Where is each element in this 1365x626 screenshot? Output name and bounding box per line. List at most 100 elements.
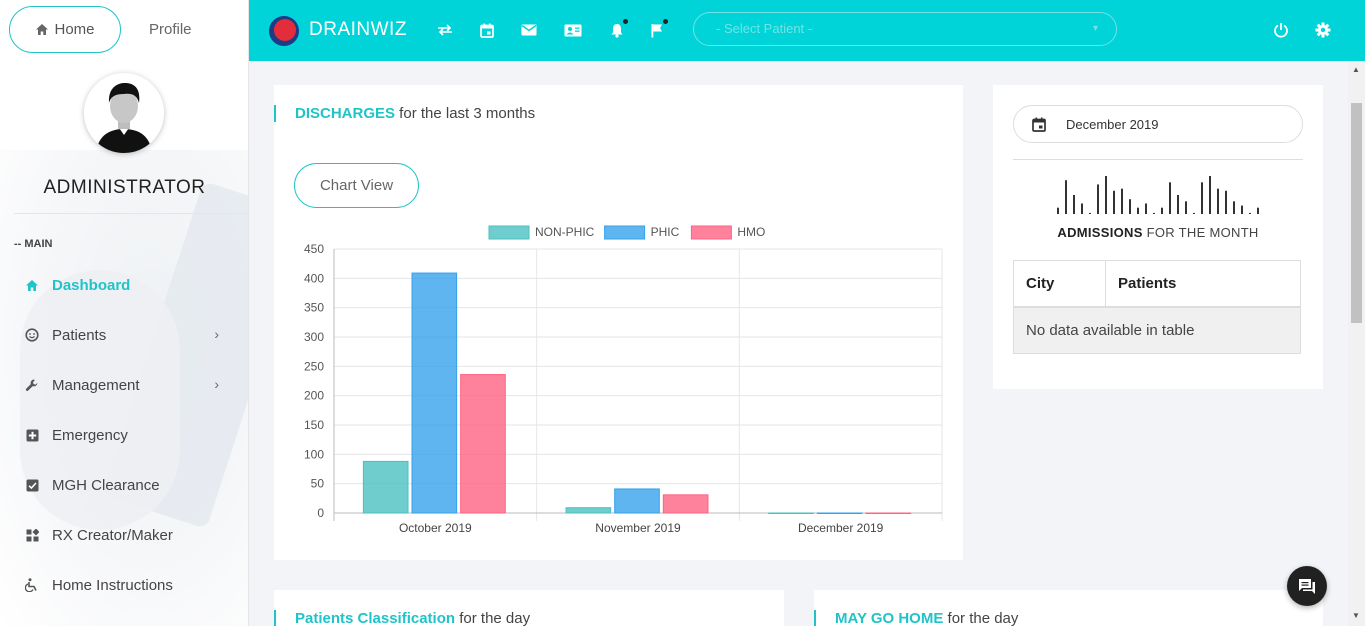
sparkline-bar [1257,207,1259,214]
x-tick-label: November 2019 [595,521,681,535]
bar-phic [816,512,863,514]
bar-hmo [662,494,709,514]
sparkline-bar [1217,188,1219,214]
wrench-icon [24,377,40,393]
sparkline-bar [1209,176,1211,214]
notification-dot [623,19,628,24]
discharges-bar-chart: 450 400 350 300 250 200 150 100 50 0 October 2019 N… [304,225,943,535]
sparkline-bar [1177,195,1179,214]
user-role: ADMINISTRATOR [43,177,206,198]
y-tick-label: 300 [304,330,324,344]
empty-table-message: No data available in table [1013,306,1301,354]
mail-icon[interactable] [519,20,539,40]
sparkline-bar [1193,212,1195,214]
sidebar-divider [14,213,248,214]
scrollbar-thumb[interactable] [1351,103,1362,323]
chevron-down-icon: ▾ [1092,23,1098,34]
sidebar-nav: Dashboard Patients › Management › Emerge… [0,260,248,610]
tab-home[interactable]: Home [9,6,121,53]
may-go-home-title-rest: for the day [943,610,1019,626]
month-date-value: December 2019 [1066,116,1159,132]
x-tick-label: December 2019 [798,521,884,535]
scroll-down-arrow-icon[interactable]: ▼ [1352,611,1360,620]
gear-icon[interactable] [1313,20,1333,40]
sparkline-bar [1153,212,1155,214]
brand-logo [269,16,299,46]
may-go-home-card: MAY GO HOME for the day [814,590,1323,626]
power-icon[interactable] [1271,20,1291,40]
legend-label: PHIC [651,225,680,239]
sparkline-bar [1121,188,1123,214]
wheelchair-icon [24,577,40,593]
patients-classification-title: Patients Classification for the day [274,610,530,626]
flag-icon[interactable] [647,19,668,40]
sidebar-item-label: Emergency [52,426,128,444]
widgets-icon [24,527,40,543]
contact-card-icon[interactable] [563,20,583,40]
sparkline-bar [1241,205,1243,214]
sparkline-bar [1065,180,1067,214]
sparkline-bar [1129,199,1131,214]
sidebar-item-label: Patients [52,326,107,344]
bar-non-phic [362,460,409,514]
sparkline-bar [1161,207,1163,214]
calendar-icon[interactable] [477,20,497,40]
chevron-right-icon: › [214,326,219,342]
sparkline-bar [1225,190,1227,214]
swap-icon[interactable] [435,20,455,40]
patients-classification-title-bold: Patients Classification [295,610,456,626]
plus-box-icon [24,427,40,443]
notification-dot [663,19,668,24]
legend-swatch [604,225,646,240]
sidebar-item-label: MGH Clearance [52,476,160,494]
admissions-title: ADMISSIONS FOR THE MONTH [993,225,1323,240]
y-tick-label: 50 [311,477,325,491]
legend-swatch [690,225,732,240]
sidebar-tabs: Home Profile [9,6,192,53]
brand-name: DRAINWIZ [309,19,407,40]
scroll-up-arrow-icon[interactable]: ▲ [1352,65,1360,74]
may-go-home-title: MAY GO HOME for the day [814,610,1018,626]
discharges-card: DISCHARGES for the last 3 months Chart V… [274,85,963,560]
top-navbar: DRAINWIZ - Select Patient - ▾ [249,0,1365,61]
month-date-picker[interactable]: December 2019 [1013,105,1303,143]
sidebar-item-patients[interactable]: Patients › [0,310,248,360]
admissions-title-rest: FOR THE MONTH [1142,225,1259,240]
legend-label: HMO [737,225,765,239]
chevron-right-icon: › [214,376,219,392]
page-scrollbar[interactable]: ▲ ▼ [1348,61,1365,626]
sidebar-item-dashboard[interactable]: Dashboard [0,260,248,310]
sidebar-item-home-instructions[interactable]: Home Instructions [0,560,248,610]
sidebar-item-mgh-clearance[interactable]: MGH Clearance [0,460,248,510]
bell-icon[interactable] [607,19,628,40]
sparkline-bar [1081,203,1083,214]
avatar [84,73,164,153]
legend-label: NON-PHIC [535,225,595,239]
tab-home-label: Home [54,21,95,38]
sidebar-item-emergency[interactable]: Emergency [0,410,248,460]
y-tick-label: 250 [304,359,324,373]
bar-non-phic [565,507,612,514]
sparkline-bar [1249,212,1251,214]
sidebar-item-rx-creator[interactable]: RX Creator/Maker [0,510,248,560]
sidebar-item-label: Dashboard [52,276,131,294]
admissions-card: December 2019 ADMISSIONS FOR THE MONTH C… [993,85,1323,389]
legend-swatch [488,225,530,240]
sparkline-bar [1097,184,1099,214]
city-patients-table: City Patients No data available in table [1013,260,1301,354]
sidebar: Home Profile ADMINISTRATOR -- MAIN Dashb… [0,0,249,626]
y-tick-label: 400 [304,271,324,285]
sparkline-bar [1113,190,1115,214]
select-patient-dropdown[interactable]: - Select Patient - ▾ [693,12,1117,46]
sidebar-item-label: Management [52,376,140,394]
column-header-patients[interactable]: Patients [1105,260,1301,308]
home-icon [24,277,40,293]
sparkline-bar [1105,176,1107,214]
bar-hmo [865,512,912,514]
sidebar-item-management[interactable]: Management › [0,360,248,410]
tab-profile[interactable]: Profile [149,21,192,38]
chat-button[interactable] [1287,566,1327,606]
admissions-divider [1013,159,1303,160]
chat-icon [1299,578,1315,594]
column-header-city[interactable]: City [1013,260,1106,308]
